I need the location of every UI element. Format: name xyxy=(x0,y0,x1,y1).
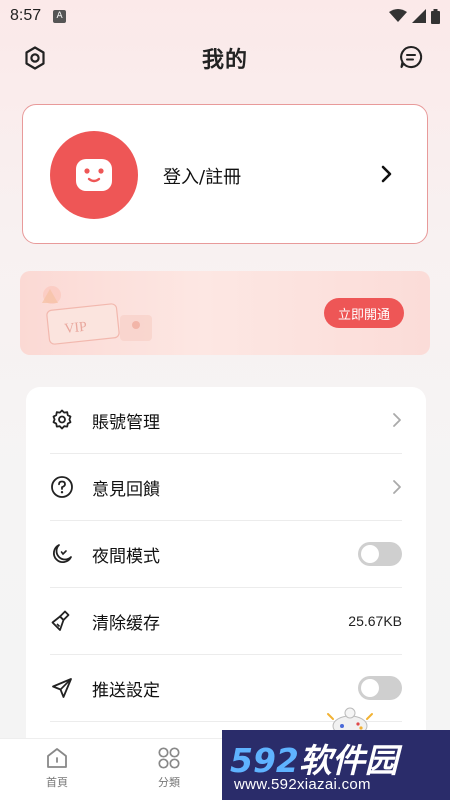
chevron-right-icon xyxy=(381,165,392,183)
toggle-knob xyxy=(361,679,379,697)
menu-right xyxy=(358,676,402,700)
avatar[interactable] xyxy=(50,131,138,219)
page-title: 我的 xyxy=(201,48,248,73)
nav-label: 分類 xyxy=(158,776,180,789)
menu-item-account[interactable]: 賬號管理 xyxy=(50,387,402,454)
menu-label: 推送設定 xyxy=(92,680,160,701)
status-time: 8:57 xyxy=(10,7,42,24)
send-icon xyxy=(50,676,74,700)
face-icon xyxy=(76,159,112,191)
vip-banner[interactable]: VIP 立即開通 xyxy=(20,271,430,355)
battery-icon xyxy=(431,8,440,24)
night-mode-toggle[interactable] xyxy=(358,542,402,566)
menu-right: 25.67KB xyxy=(348,613,402,629)
login-register-label[interactable]: 登入/註冊 xyxy=(163,163,241,189)
cache-size: 25.67KB xyxy=(348,613,402,629)
menu-right xyxy=(358,542,402,566)
nav-category[interactable]: 分類 xyxy=(139,745,199,790)
menu-item-night-mode: 夜間模式 xyxy=(50,521,402,588)
message-icon[interactable] xyxy=(398,44,424,70)
menu-label: 賬號管理 xyxy=(92,412,160,433)
watermark-url: www.592xiazai.com xyxy=(234,776,371,793)
settings-icon[interactable] xyxy=(22,45,48,71)
login-card[interactable]: 登入/註冊 xyxy=(22,104,428,244)
watermark-brand-number: 592 xyxy=(230,741,299,780)
menu-label: 意見回饋 xyxy=(92,479,160,500)
menu-item-clear-cache[interactable]: 清除缓存 25.67KB xyxy=(50,588,402,655)
gear-icon xyxy=(50,408,74,432)
menu-label: 夜間模式 xyxy=(92,546,160,567)
toggle-knob xyxy=(361,545,379,563)
chevron-right-icon xyxy=(393,413,401,427)
notification-badge: A xyxy=(53,9,67,23)
moon-icon xyxy=(50,542,74,566)
header: 我的 xyxy=(0,36,450,80)
settings-menu: 賬號管理 意見回饋 夜間模式 清除缓存 25.67KB 推送設定 xyxy=(26,387,426,747)
push-settings-toggle[interactable] xyxy=(358,676,402,700)
chevron-right-icon xyxy=(393,480,401,494)
vip-badge-text: VIP xyxy=(64,320,88,337)
category-icon xyxy=(158,747,180,769)
nav-home[interactable]: 首頁 xyxy=(27,745,87,790)
nav-label: 首頁 xyxy=(46,776,68,789)
watermark-brand-text: 软件园 xyxy=(298,741,398,780)
broom-icon xyxy=(50,609,74,633)
home-icon xyxy=(47,748,67,768)
vip-card-illustration: VIP xyxy=(42,286,152,345)
signal-icon xyxy=(412,9,426,23)
question-icon xyxy=(50,475,74,499)
menu-right xyxy=(392,479,402,495)
status-bar: 8:57 A xyxy=(0,0,450,32)
watermark-logo: 592软件园 www.592xiazai.com xyxy=(222,730,450,800)
menu-item-feedback[interactable]: 意見回饋 xyxy=(50,454,402,521)
wifi-icon xyxy=(389,9,407,22)
menu-label: 清除缓存 xyxy=(92,613,160,634)
watermark-brand: 592软件园 xyxy=(230,734,398,782)
menu-right xyxy=(392,412,402,428)
vip-activate-button[interactable]: 立即開通 xyxy=(323,298,404,328)
status-icons xyxy=(389,8,440,24)
